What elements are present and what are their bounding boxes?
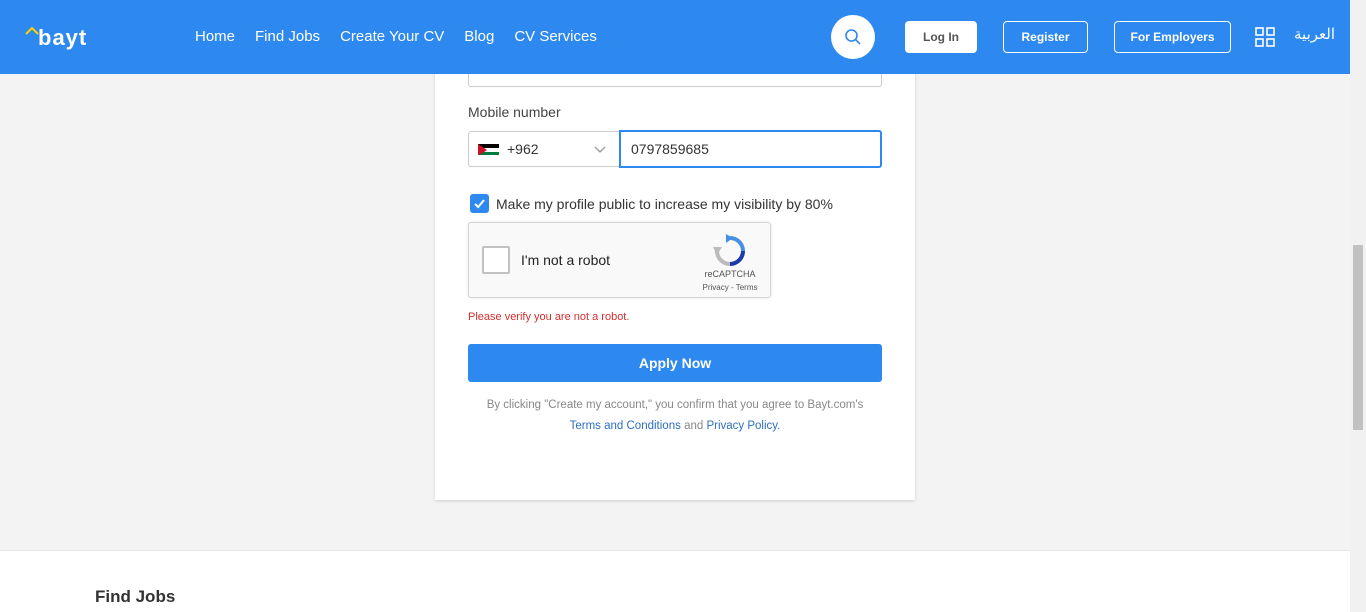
search-icon: [845, 29, 861, 45]
public-profile-label[interactable]: Make my profile public to increase my vi…: [496, 196, 833, 212]
apply-form-card: Mobile number +962 Make my profile publi…: [435, 0, 915, 500]
main-nav: Home Find Jobs Create Your CV Blog CV Se…: [195, 28, 617, 45]
page-scrollbar[interactable]: [1350, 0, 1366, 612]
mobile-number-input[interactable]: [619, 130, 882, 168]
mobile-number-label: Mobile number: [468, 104, 561, 120]
recaptcha-checkbox[interactable]: [482, 246, 510, 274]
login-button[interactable]: Log In: [905, 21, 977, 53]
footer-find-jobs-title: Find Jobs: [95, 587, 176, 606]
recaptcha-logo-icon: [713, 234, 745, 266]
recaptcha-widget: I'm not a robot reCAPTCHA Privacy - Term…: [468, 222, 771, 298]
terms-link[interactable]: Terms and Conditions: [570, 420, 681, 432]
nav-cv-services[interactable]: CV Services: [514, 28, 597, 45]
terms-prefix: By clicking "Create my account," you con…: [486, 399, 864, 411]
terms-notice: By clicking "Create my account," you con…: [468, 395, 882, 437]
scrollbar-thumb[interactable]: [1353, 245, 1363, 430]
privacy-link[interactable]: Privacy Policy.: [706, 420, 780, 432]
apply-now-button[interactable]: Apply Now: [468, 344, 882, 382]
jordan-flag-icon: [478, 143, 499, 155]
register-button[interactable]: Register: [1003, 21, 1088, 53]
recaptcha-privacy-terms[interactable]: Privacy - Terms: [691, 283, 769, 292]
search-button[interactable]: [831, 15, 875, 59]
svg-text:bayt: bayt: [38, 25, 87, 50]
recaptcha-label: I'm not a robot: [521, 252, 611, 268]
for-employers-button[interactable]: For Employers: [1114, 21, 1231, 53]
country-code-value: +962: [507, 141, 539, 157]
nav-find-jobs[interactable]: Find Jobs: [255, 28, 320, 45]
nav-blog[interactable]: Blog: [464, 28, 494, 45]
checkmark-icon: [474, 199, 485, 209]
top-navbar: bayt Home Find Jobs Create Your CV Blog …: [0, 0, 1350, 74]
terms-and: and: [684, 420, 704, 432]
nav-create-cv[interactable]: Create Your CV: [340, 28, 444, 45]
bayt-logo[interactable]: bayt: [24, 24, 114, 50]
chevron-down-icon: [594, 146, 606, 153]
apps-grid-icon[interactable]: [1255, 27, 1275, 47]
nav-home[interactable]: Home: [195, 28, 235, 45]
recaptcha-brand: reCAPTCHA: [704, 269, 756, 279]
recaptcha-error: Please verify you are not a robot.: [468, 311, 630, 323]
public-profile-checkbox[interactable]: [470, 194, 489, 213]
footer: Find Jobs: [0, 550, 1350, 612]
language-switch[interactable]: العربية: [1294, 25, 1335, 43]
country-code-select[interactable]: +962: [468, 131, 619, 167]
